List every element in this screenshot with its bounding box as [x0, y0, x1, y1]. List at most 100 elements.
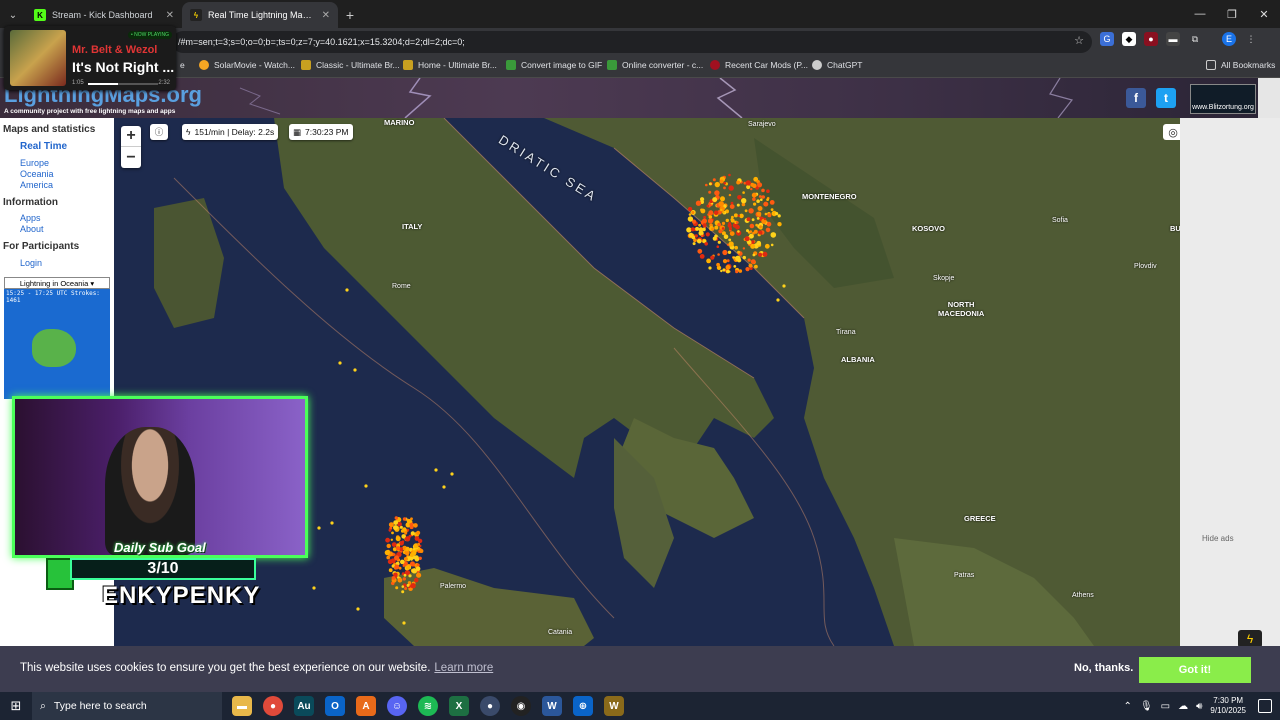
info-icon[interactable]: ⓘ: [150, 124, 168, 140]
file-explorer-icon[interactable]: ▬: [232, 696, 252, 716]
lightning-strike-dot: [745, 180, 751, 186]
lightning-strike-dot: [394, 516, 398, 520]
extensions-puzzle-icon[interactable]: ⧉: [1188, 32, 1202, 46]
lightning-strike-dot: [414, 557, 420, 562]
extension-icon[interactable]: ◆: [1122, 32, 1136, 46]
zoom-in-button[interactable]: +: [121, 126, 141, 147]
chatgpt-icon: [812, 60, 822, 70]
lightning-strike-dot: [413, 523, 418, 528]
lightning-strike-dot: [714, 225, 719, 230]
tab-search-icon[interactable]: ⌄: [0, 2, 26, 28]
lightning-strike-dot: [757, 182, 763, 188]
close-window-button[interactable]: ✕: [1248, 0, 1280, 28]
lightning-map[interactable]: MARINO Sarajevo DRIATIC SEA MONTENEGRO K…: [114, 118, 1180, 646]
sidebar-item-about[interactable]: About: [20, 224, 114, 235]
menu-kebab-icon[interactable]: ⋮: [1244, 32, 1258, 46]
lightning-strike-dot: [770, 232, 777, 238]
facebook-icon[interactable]: f: [1126, 88, 1146, 108]
lightning-strike-dot: [733, 213, 738, 218]
lightning-strike-dot: [758, 252, 763, 257]
lightning-strike-dot: [700, 197, 705, 202]
taskbar-search-box[interactable]: ⌕ Type here to search: [32, 692, 222, 720]
lightning-strike-dot: [766, 221, 772, 227]
volume-icon[interactable]: 🔊︎: [1196, 701, 1202, 712]
lightning-strike-dot: [722, 249, 728, 256]
lightning-strike-dot: [756, 217, 760, 220]
bookmark-car-mods[interactable]: Recent Car Mods (P...: [710, 60, 808, 70]
bookmark-solarmovie[interactable]: SolarMovie - Watch...: [199, 60, 295, 70]
tab-lightning-map[interactable]: ϟ Real Time Lightning Map :: Ligh ✕: [182, 2, 338, 28]
lightning-strike-dot: [748, 263, 753, 268]
lightning-strike-dot: [702, 223, 707, 228]
lightning-strike-dot: [703, 215, 706, 219]
bookmark-convert-gif[interactable]: Convert image to GIF: [506, 60, 602, 70]
sidebar-item-real-time[interactable]: Real Time: [20, 141, 114, 152]
new-tab-button[interactable]: +: [338, 2, 362, 28]
app-icon[interactable]: A: [356, 696, 376, 716]
excel-icon[interactable]: X: [449, 696, 469, 716]
discord-icon[interactable]: ☺: [387, 696, 407, 716]
profile-avatar[interactable]: E: [1222, 32, 1236, 46]
bookmark-item[interactable]: e: [180, 60, 185, 70]
cookie-banner: This website uses cookies to ensure you …: [0, 646, 1280, 692]
close-tab-icon[interactable]: ✕: [322, 10, 330, 21]
extension-icon[interactable]: ▬: [1166, 32, 1180, 46]
close-tab-icon[interactable]: ✕: [166, 10, 174, 21]
bookmark-chatgpt[interactable]: ChatGPT: [812, 60, 862, 70]
minimize-button[interactable]: —: [1184, 0, 1216, 28]
scrollbar[interactable]: [1258, 78, 1280, 118]
app-icon[interactable]: ⊕: [573, 696, 593, 716]
warcraft-icon[interactable]: W: [604, 696, 624, 716]
bookmark-star-icon[interactable]: ☆: [1074, 34, 1084, 47]
learn-more-link[interactable]: Learn more: [434, 662, 493, 674]
bookmark-label: Home - Ultimate Br...: [418, 60, 497, 70]
sidebar-item-oceania[interactable]: Oceania: [20, 169, 114, 180]
bookmark-classic-ultimate[interactable]: Classic - Ultimate Br...: [301, 60, 400, 70]
taskbar-clock[interactable]: 7:30 PM 9/10/2025: [1210, 696, 1246, 716]
strike-rate-display[interactable]: ϟ 151/min | Delay: 2.2s: [182, 124, 279, 140]
network-icon[interactable]: ▭: [1161, 701, 1170, 712]
outlook-icon[interactable]: O: [325, 696, 345, 716]
audition-icon[interactable]: Au: [294, 696, 314, 716]
chrome-icon[interactable]: ●: [263, 696, 283, 716]
extension-icon[interactable]: ●: [1144, 32, 1158, 46]
sidebar-item-apps[interactable]: Apps: [20, 213, 114, 224]
sidebar-item-europe[interactable]: Europe: [20, 158, 114, 169]
restore-button[interactable]: ❐: [1216, 0, 1248, 28]
oceania-minimap[interactable]: 15:25 - 17:25 UTC Strokes: 1461: [4, 289, 110, 399]
cloud-icon[interactable]: ☁︎: [1178, 701, 1188, 712]
lightning-strike-dot: [400, 559, 405, 565]
window-controls: — ❐ ✕: [1184, 0, 1280, 28]
blitzortung-logo[interactable]: www.Blitzortung.org: [1190, 84, 1256, 114]
windows-start-icon[interactable]: ⊞: [0, 692, 32, 720]
word-icon[interactable]: W: [542, 696, 562, 716]
time-display[interactable]: ▦ 7:30:23 PM: [289, 124, 353, 140]
sidebar-item-login[interactable]: Login: [20, 258, 114, 269]
zoom-out-button[interactable]: −: [121, 147, 141, 168]
all-bookmarks[interactable]: All Bookmarks: [1206, 60, 1275, 70]
sidebar-item-america[interactable]: America: [20, 180, 114, 191]
hide-ads-link[interactable]: Hide ads: [1202, 534, 1234, 543]
lightning-strike-dot: [405, 546, 410, 552]
lightning-strike-dot: [698, 227, 704, 232]
bookmark-home-ultimate[interactable]: Home - Ultimate Br...: [403, 60, 497, 70]
bookmark-online-converter[interactable]: Online converter - c...: [607, 60, 703, 70]
decline-cookies-button[interactable]: No, thanks.: [1074, 662, 1133, 674]
label-sofia: Sofia: [1052, 217, 1068, 224]
chevron-up-icon[interactable]: ⌃: [1124, 701, 1132, 712]
accept-cookies-button[interactable]: Got it!: [1139, 657, 1251, 683]
twitter-icon[interactable]: t: [1156, 88, 1176, 108]
notifications-icon[interactable]: [1258, 699, 1272, 713]
translate-icon[interactable]: G: [1100, 32, 1114, 46]
obs-icon[interactable]: ◉: [511, 696, 531, 716]
bookmark-label: Convert image to GIF: [521, 60, 603, 70]
microphone-icon[interactable]: 🎙︎: [1140, 701, 1153, 712]
tab-kick-dashboard[interactable]: K Stream - Kick Dashboard ✕: [26, 2, 182, 28]
lightning-strike-dot: [706, 258, 711, 264]
address-bar[interactable]: /#m=sen;t=3;s=0;o=0;b=;ts=0;z=7;y=40.162…: [172, 31, 1092, 53]
region-select[interactable]: Lightning in Oceania ▾: [4, 277, 110, 289]
lightning-strike-dot: [409, 553, 414, 557]
chrome-active-icon[interactable]: ●: [480, 696, 500, 716]
spotify-icon[interactable]: ≋: [418, 696, 438, 716]
lightning-strike-dot: [775, 212, 779, 216]
